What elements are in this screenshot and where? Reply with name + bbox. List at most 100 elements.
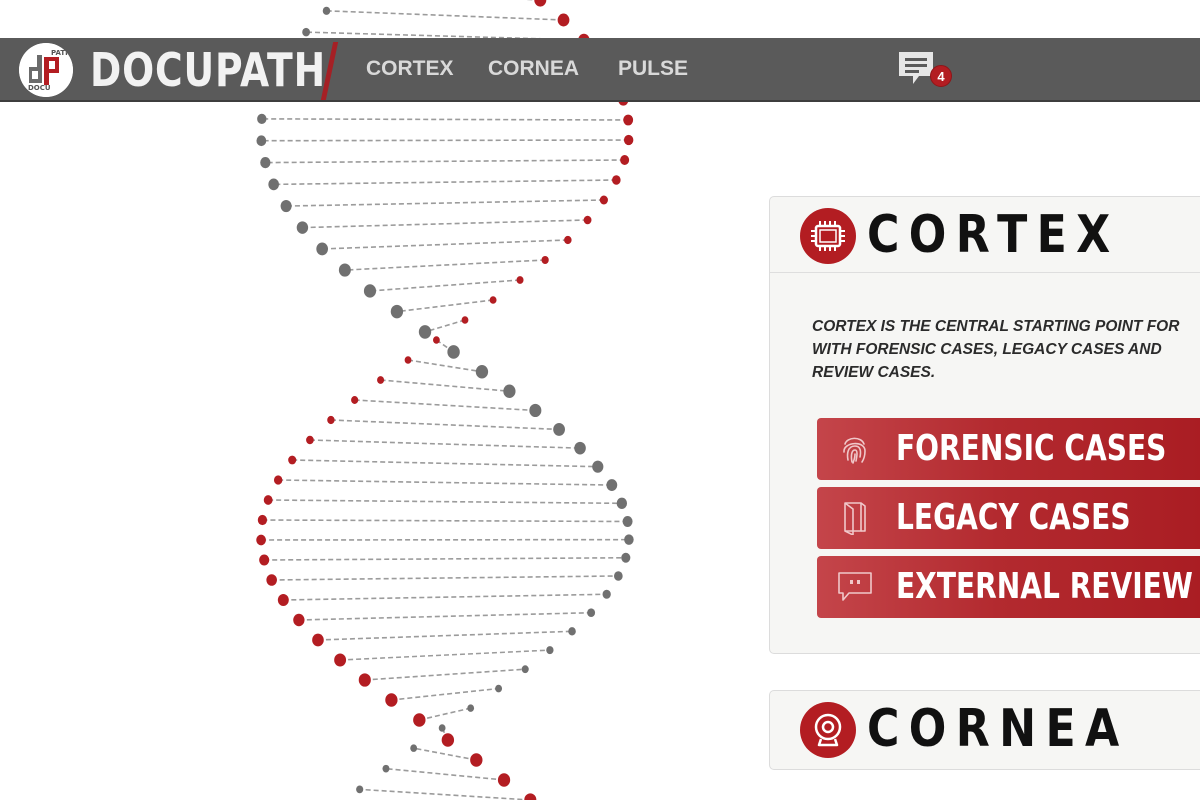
helix-node [447, 345, 460, 359]
helix-node [441, 733, 455, 747]
helix-node [621, 552, 631, 563]
helix-rung [385, 767, 505, 781]
helix-node [256, 135, 267, 147]
helix-node [312, 633, 324, 647]
helix-node [257, 113, 267, 125]
helix-rung [330, 419, 560, 431]
helix-node [385, 693, 398, 707]
helix-node [613, 571, 623, 581]
helix-node [296, 221, 309, 234]
helix-node [467, 704, 475, 712]
messages-button[interactable]: 4 [897, 50, 957, 90]
helix-node [322, 6, 331, 15]
helix-rung [273, 179, 617, 186]
helix-node [288, 455, 297, 465]
helix-node [623, 134, 634, 146]
brand-name[interactable]: DOCUPATH [90, 42, 326, 98]
helix-rung [264, 556, 626, 561]
forensic-cases-button[interactable]: FORENSIC CASES [817, 418, 1200, 480]
helix-rung [369, 279, 521, 292]
helix-node [410, 744, 418, 752]
helix-node [606, 479, 618, 491]
helix-node [524, 793, 537, 800]
helix-rung [380, 379, 510, 393]
helix-rung [261, 139, 629, 142]
helix-node [541, 256, 549, 264]
helix-rung [286, 199, 604, 207]
helix-node [293, 613, 305, 627]
dna-helix-graphic [256, 0, 634, 800]
helix-rung [413, 747, 477, 761]
helix-rung [340, 649, 550, 661]
docupath-logo[interactable]: PATH DOCU [19, 43, 73, 97]
helix-rung [407, 359, 483, 373]
helix-rung [309, 439, 581, 449]
helix-node [327, 415, 335, 425]
helix-node [260, 156, 271, 169]
helix-node [259, 554, 270, 566]
helix-node [382, 764, 390, 773]
helix-node [568, 627, 576, 636]
external-review-cases-label: EXTERNAL REVIEW CASES [896, 566, 1200, 607]
fingerprint-icon [843, 437, 866, 464]
folder-icon [844, 502, 866, 535]
helix-node [338, 263, 351, 277]
helix-rung [278, 479, 612, 486]
legacy-cases-button[interactable]: LEGACY CASES [817, 487, 1200, 549]
helix-node [592, 460, 604, 473]
helix-rung [391, 687, 499, 701]
helix-node [413, 713, 426, 727]
helix-node [616, 497, 628, 510]
helix-rung [298, 611, 592, 621]
chip-icon [800, 208, 856, 264]
helix-node [587, 608, 596, 618]
helix-node [268, 178, 279, 191]
cornea-panel-header: CORNEA [770, 691, 1200, 767]
helix-node [503, 384, 516, 398]
cortex-description-line: CORTEX IS THE CENTRAL STARTING POINT FOR [812, 318, 1180, 335]
helix-node [516, 276, 524, 284]
helix-node [358, 673, 371, 687]
helix-node [620, 155, 630, 165]
helix-node [564, 235, 572, 245]
helix-node [475, 364, 489, 379]
svg-text:DOCU: DOCU [28, 84, 51, 92]
helix-node [612, 175, 621, 185]
helix-rung [322, 239, 568, 250]
helix-node [302, 27, 311, 37]
webcam-icon [800, 702, 856, 758]
cornea-title: CORNEA [867, 699, 1129, 759]
external-review-cases-button[interactable]: EXTERNAL REVIEW CASES [817, 556, 1200, 618]
helix-node [574, 441, 586, 455]
helix-node [623, 114, 634, 126]
helix-node [461, 316, 469, 324]
helix-node [557, 13, 570, 27]
helix-node [418, 325, 432, 339]
helix-node [363, 284, 377, 298]
nav-cortex[interactable]: CORTEX [366, 38, 454, 100]
helix-node [495, 684, 503, 693]
helix-node [263, 495, 273, 505]
helix-rung [271, 575, 619, 581]
helix-rung [364, 668, 526, 681]
helix-rung [424, 319, 466, 333]
helix-node [273, 475, 283, 485]
helix-node [521, 665, 529, 674]
helix-node [266, 574, 277, 586]
helix-node [316, 242, 329, 256]
helix-rung [268, 499, 622, 505]
chat-bubble-icon [899, 52, 933, 84]
nav-pulse[interactable]: PULSE [618, 38, 688, 100]
legacy-cases-label: LEGACY CASES [896, 497, 1131, 538]
helix-node [583, 215, 592, 225]
helix-node [546, 646, 554, 655]
helix-node [497, 773, 511, 787]
helix-node [390, 304, 404, 319]
helix-rung [265, 159, 625, 164]
helix-node [599, 195, 608, 205]
helix-node [356, 785, 364, 794]
helix-node [622, 516, 633, 527]
helix-rung [359, 788, 531, 800]
nav-cornea[interactable]: CORNEA [488, 38, 579, 100]
helix-node [257, 514, 268, 526]
